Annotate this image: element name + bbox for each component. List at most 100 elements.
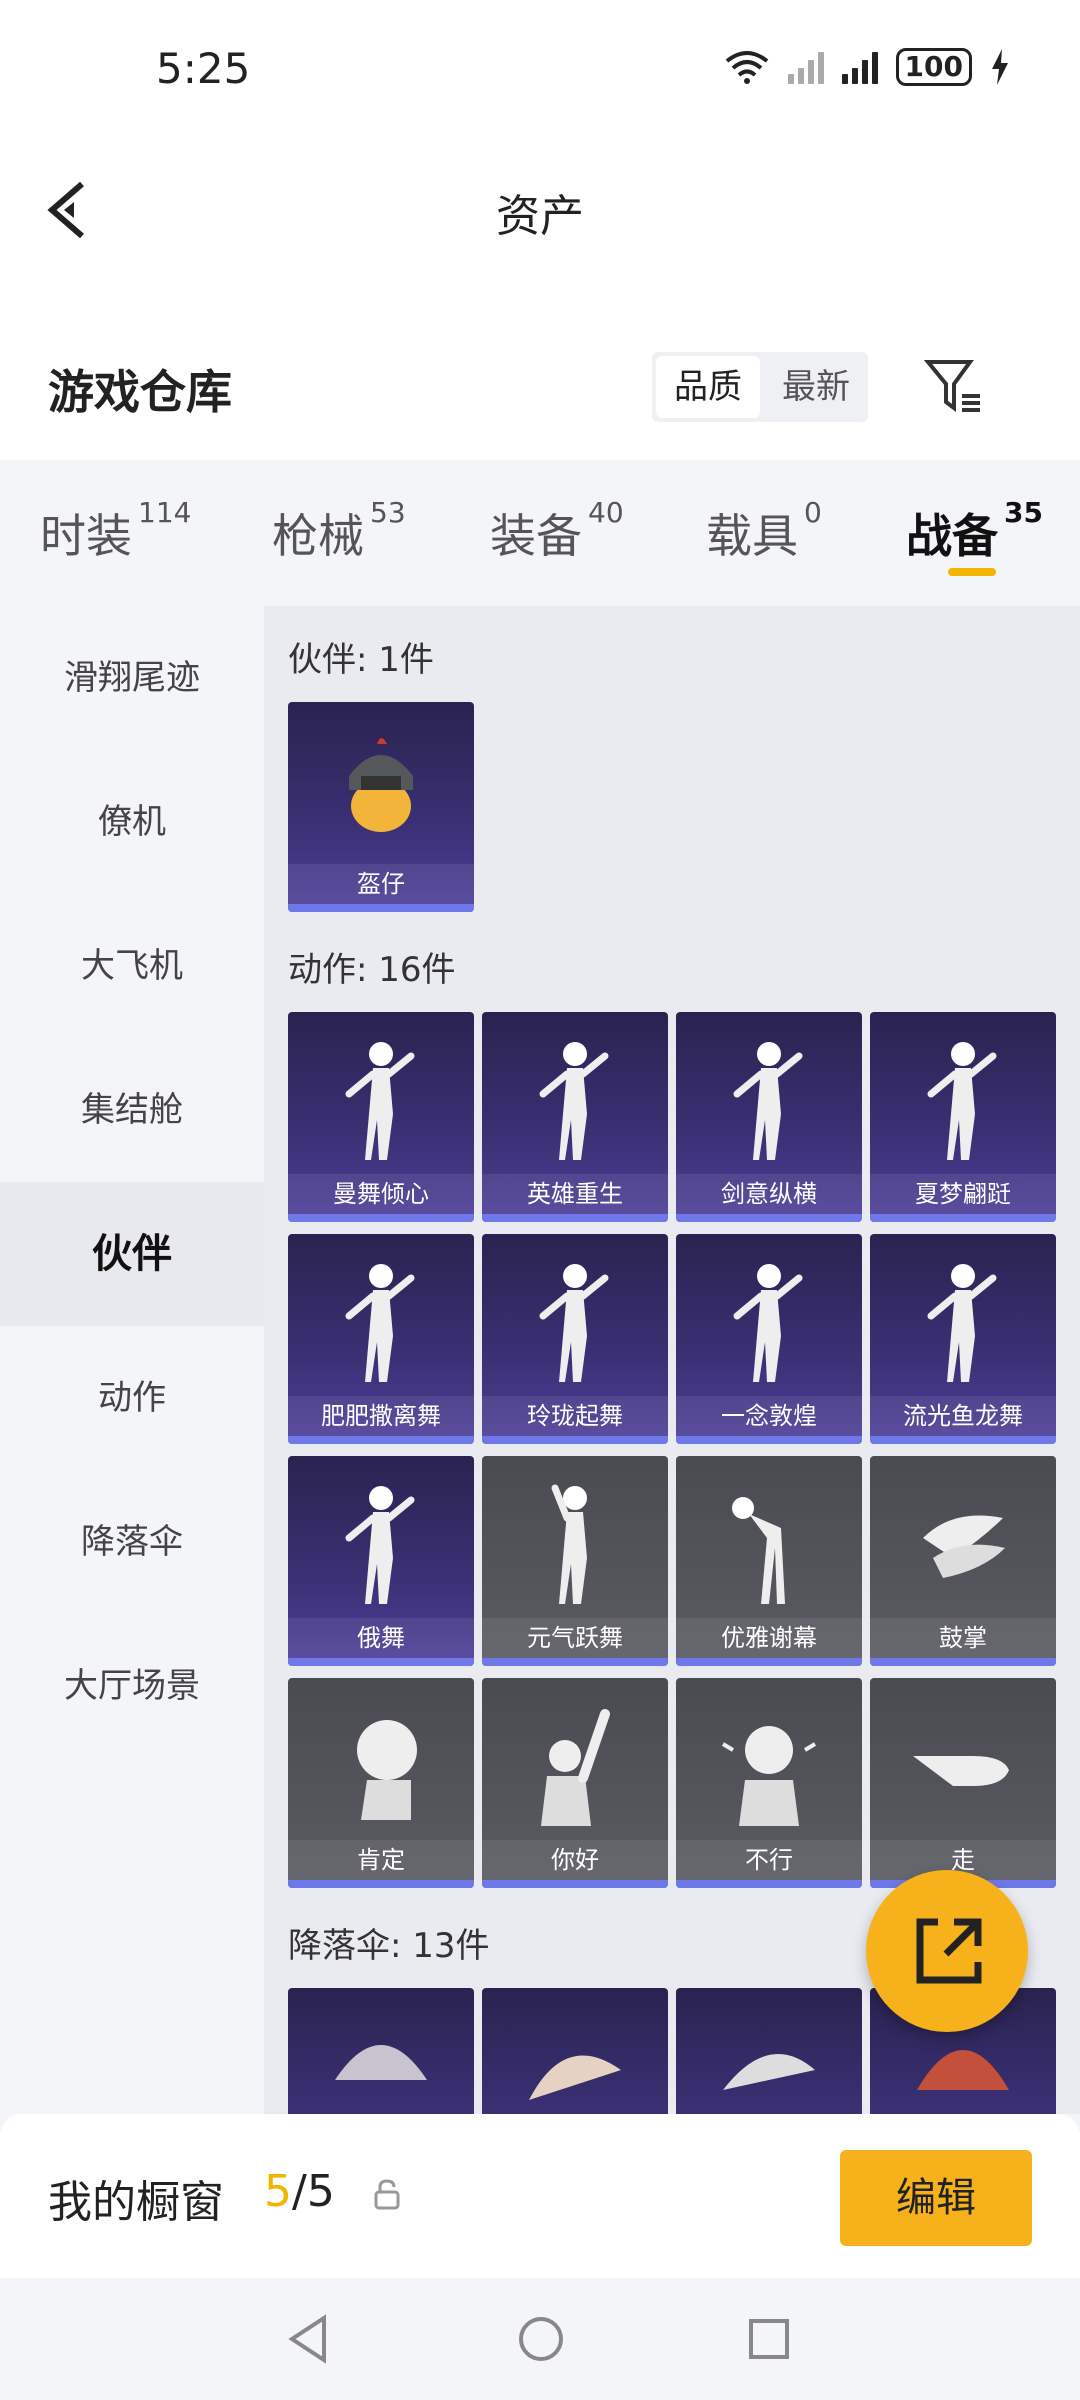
status-icons: 100: [724, 48, 1010, 86]
action-card[interactable]: 夏梦翩跹: [870, 1012, 1056, 1222]
dancer-icon: [927, 1042, 997, 1160]
dancer-icon: [539, 1042, 609, 1160]
dancer-icon: [551, 1484, 587, 1604]
sort-latest-button[interactable]: 最新: [764, 352, 868, 422]
status-time: 5:25: [156, 44, 251, 93]
status-bar: 5:25 100: [0, 0, 1080, 140]
parachute-icon: [335, 2045, 427, 2080]
category-tabs: 时装 114 枪械 53 装备 40 载具 0 战备 35: [0, 460, 1080, 606]
action-card[interactable]: 玲珑起舞: [482, 1234, 668, 1444]
card-label: 元气跃舞: [482, 1618, 668, 1658]
card-label: 一念敦煌: [676, 1396, 862, 1436]
sidebar-item-wingman[interactable]: 僚机: [0, 750, 264, 894]
partner-card[interactable]: 盔仔: [288, 702, 474, 912]
dancer-icon: [345, 1042, 415, 1160]
rarity-bar: [288, 1880, 474, 1888]
action-card[interactable]: 流光鱼龙舞: [870, 1234, 1056, 1444]
action-card[interactable]: 优雅谢幕: [676, 1456, 862, 1666]
action-section-title: 动作: 16件: [288, 950, 456, 990]
card-label: 剑意纵横: [676, 1174, 862, 1214]
tab-equipment[interactable]: 装备 40: [490, 496, 624, 566]
card-label: 夏梦翩跹: [870, 1174, 1056, 1214]
rarity-bar: [482, 1658, 668, 1666]
rarity-bar: [288, 904, 474, 912]
card-label: 你好: [482, 1840, 668, 1880]
rarity-bar: [870, 1658, 1056, 1666]
action-card[interactable]: 走: [870, 1678, 1056, 1888]
parachute-card[interactable]: [288, 1988, 474, 2114]
warehouse-title: 游戏仓库: [48, 365, 232, 419]
partner-section-title: 伙伴: 1件: [288, 640, 434, 680]
action-card[interactable]: 元气跃舞: [482, 1456, 668, 1666]
card-label: 英雄重生: [482, 1174, 668, 1214]
rarity-bar: [482, 1880, 668, 1888]
dancer-icon: [733, 1042, 803, 1160]
tab-combat-gear[interactable]: 战备 35: [906, 496, 1043, 566]
rarity-bar: [288, 1436, 474, 1444]
card-label: 盔仔: [288, 864, 474, 904]
tab-vehicles[interactable]: 载具 0: [706, 496, 822, 566]
bowing-figure-icon: [732, 1497, 785, 1604]
dancer-icon: [539, 1264, 609, 1382]
charging-icon: [992, 49, 1008, 85]
action-card[interactable]: 肥肥撒离舞: [288, 1234, 474, 1444]
filter-icon[interactable]: [924, 356, 984, 416]
action-card[interactable]: 鼓掌: [870, 1456, 1056, 1666]
nav-home-icon[interactable]: [518, 2316, 564, 2362]
sidebar-item-big-plane[interactable]: 大飞机: [0, 894, 264, 1038]
card-label: 肥肥撒离舞: [288, 1396, 474, 1436]
parachute-card[interactable]: [482, 1988, 668, 2114]
parachute-card[interactable]: [676, 1988, 862, 2114]
rarity-bar: [676, 1880, 862, 1888]
action-card[interactable]: 肯定: [288, 1678, 474, 1888]
sidebar-item-parachute[interactable]: 降落伞: [0, 1470, 264, 1614]
card-label: 曼舞倾心: [288, 1174, 474, 1214]
warehouse-header: 游戏仓库 品质 最新: [0, 280, 1080, 460]
action-card[interactable]: 一念敦煌: [676, 1234, 862, 1444]
card-label: 不行: [676, 1840, 862, 1880]
nav-recents-icon[interactable]: [748, 2318, 790, 2360]
action-card[interactable]: 剑意纵横: [676, 1012, 862, 1222]
card-label: 玲珑起舞: [482, 1396, 668, 1436]
nav-back-icon[interactable]: [286, 2314, 330, 2364]
sidebar-item-lobby-scene[interactable]: 大厅场景: [0, 1614, 264, 1758]
showcase-count: 5/5: [264, 2166, 335, 2217]
dancer-icon: [345, 1264, 415, 1382]
action-card[interactable]: 不行: [676, 1678, 862, 1888]
sidebar-item-action[interactable]: 动作: [0, 1326, 264, 1470]
rarity-bar: [676, 1658, 862, 1666]
rarity-bar: [288, 1214, 474, 1222]
card-label: 鼓掌: [870, 1618, 1056, 1658]
parachute-icon: [723, 2054, 815, 2090]
helmet-chick-icon: [349, 738, 413, 832]
rarity-bar: [870, 1436, 1056, 1444]
rarity-bar: [676, 1214, 862, 1222]
action-card[interactable]: 英雄重生: [482, 1012, 668, 1222]
card-label: 流光鱼龙舞: [870, 1396, 1056, 1436]
sidebar-item-glide-trail[interactable]: 滑翔尾迹: [0, 606, 264, 750]
edit-button[interactable]: 编辑: [840, 2150, 1032, 2246]
tab-fashion[interactable]: 时装 114: [40, 496, 191, 566]
rarity-bar: [482, 1436, 668, 1444]
rarity-bar: [870, 1214, 1056, 1222]
sidebar-item-partner[interactable]: 伙伴: [0, 1182, 264, 1326]
top-bar: 资产: [0, 140, 1080, 280]
showcase-bar: 我的橱窗 5/5 编辑: [0, 2114, 1080, 2278]
action-card[interactable]: 曼舞倾心: [288, 1012, 474, 1222]
tab-underline: [948, 568, 996, 576]
sidebar: 滑翔尾迹 僚机 大飞机 集结舱 伙伴 动作 降落伞 大厅场景: [0, 606, 264, 2126]
sidebar-item-pod[interactable]: 集结舱: [0, 1038, 264, 1182]
share-fab-button[interactable]: [866, 1870, 1028, 2032]
sort-quality-button[interactable]: 品质: [656, 356, 760, 418]
card-label: 俄舞: [288, 1618, 474, 1658]
signal-5g-icon: [841, 50, 878, 84]
action-card[interactable]: 俄舞: [288, 1456, 474, 1666]
tab-weapons[interactable]: 枪械 53: [272, 496, 406, 566]
action-card[interactable]: 你好: [482, 1678, 668, 1888]
external-link-icon: [916, 1918, 982, 1984]
card-label: 优雅谢幕: [676, 1618, 862, 1658]
dancer-icon: [927, 1264, 997, 1382]
wifi-icon: [725, 51, 768, 84]
signal-1-icon: [787, 50, 824, 84]
rarity-bar: [482, 1214, 668, 1222]
